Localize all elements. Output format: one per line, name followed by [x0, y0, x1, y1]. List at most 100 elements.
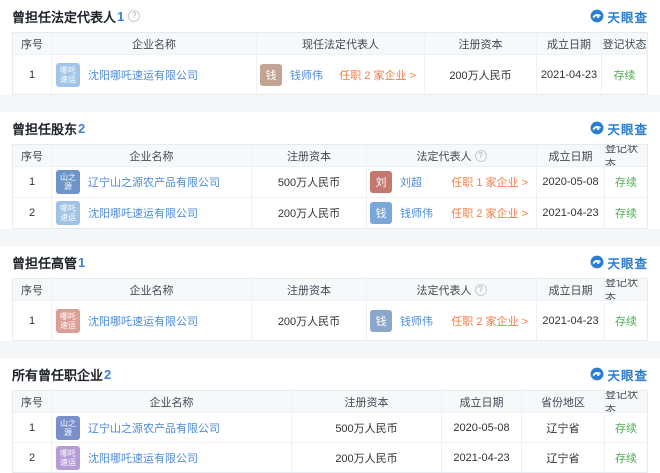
status-badge: 存续 — [601, 55, 647, 94]
company-cell: 山之源 辽宁山之源农产品有限公司 — [51, 167, 251, 197]
person-avatar: 钱 — [370, 202, 392, 224]
section-header: 曾担任股东2 天眼查 — [12, 117, 648, 139]
serial-cell: 1 — [13, 413, 51, 442]
section-header: 曾担任法定代表人1 ? 天眼查 — [12, 5, 648, 27]
province-cell: 辽宁省 — [521, 443, 604, 472]
tianyancha-logo-text: 天眼查 — [607, 365, 648, 384]
section-count: 1 — [78, 255, 85, 270]
person-avatar: 刘 — [370, 171, 392, 193]
shareholder-table: 序号 企业名称 注册资本 法定代表人 ? 成立日期 登记状态 1 山之源 辽宁山… — [12, 144, 648, 229]
section-former-shareholder: 曾担任股东2 天眼查 序号 企业名称 注册资本 法定代表人 ? 成立日期 登记状… — [0, 112, 660, 229]
tianyancha-watermark: 天眼查 — [590, 119, 648, 138]
table-row: 2 哪吒速运 沈阳哪吒速运有限公司 200万人民币 2021-04-23 辽宁省… — [13, 442, 647, 472]
status-badge: 存续 — [604, 301, 647, 340]
col-header-legal-rep-label: 法定代表人 — [417, 148, 472, 164]
help-icon[interactable]: ? — [128, 10, 140, 22]
company-cell: 哪吒速运 沈阳哪吒速运有限公司 — [51, 443, 291, 472]
section-title-text: 曾担任股东 — [12, 119, 77, 138]
section-count: 2 — [78, 121, 85, 136]
col-header-capital: 注册资本 — [251, 145, 366, 166]
tianyancha-logo-text: 天眼查 — [607, 119, 648, 138]
company-link[interactable]: 沈阳哪吒速运有限公司 — [88, 67, 198, 83]
col-header-serial: 序号 — [13, 279, 51, 300]
person-link[interactable]: 钱师伟 — [400, 205, 433, 221]
col-header-status: 登记状态 — [601, 33, 647, 54]
person-avatar: 钱 — [260, 64, 282, 86]
serial-cell: 2 — [13, 443, 51, 472]
serial-cell: 1 — [13, 301, 51, 340]
table-header-row: 序号 企业名称 现任法定代表人 注册资本 成立日期 登记状态 — [13, 33, 647, 54]
company-cell: 山之源 辽宁山之源农产品有限公司 — [51, 413, 291, 442]
legal-rep-cell: 刘 刘超 任职 1 家企业 > — [366, 167, 536, 197]
col-header-legal-rep: 法定代表人 ? — [366, 279, 536, 300]
col-header-serial: 序号 — [13, 33, 51, 54]
positions-count-link[interactable]: 任职 2 家企业 > — [339, 67, 420, 83]
col-header-date: 成立日期 — [536, 33, 601, 54]
col-header-legal-rep: 法定代表人 ? — [366, 145, 536, 166]
col-header-capital: 注册资本 — [424, 33, 536, 54]
status-badge: 存续 — [604, 167, 647, 197]
section-former-legal-representative: 曾担任法定代表人1 ? 天眼查 序号 企业名称 现任法定代表人 注册资本 成立日… — [0, 0, 660, 95]
serial-cell: 1 — [13, 55, 51, 94]
tianyancha-watermark: 天眼查 — [590, 7, 648, 26]
capital-cell: 500万人民币 — [291, 413, 441, 442]
tianyancha-logo-text: 天眼查 — [607, 7, 648, 26]
person-link[interactable]: 刘超 — [400, 174, 422, 190]
legal-rep-cell: 钱 钱师伟 任职 2 家企业 > — [256, 55, 424, 94]
company-avatar: 哪吒速运 — [56, 201, 80, 225]
status-badge: 存续 — [604, 198, 647, 228]
date-cell: 2020-05-08 — [536, 167, 604, 197]
table-header-row: 序号 企业名称 注册资本 法定代表人 ? 成立日期 登记状态 — [13, 145, 647, 166]
positions-count-link[interactable]: 任职 2 家企业 > — [451, 313, 532, 329]
legal-rep-cell: 钱 钱师伟 任职 2 家企业 > — [366, 198, 536, 228]
col-header-province: 省份地区 — [521, 391, 604, 412]
col-header-serial: 序号 — [13, 391, 51, 412]
date-cell: 2021-04-23 — [536, 198, 604, 228]
col-header-capital: 注册资本 — [251, 279, 366, 300]
col-header-company: 企业名称 — [51, 279, 251, 300]
table-row: 2 哪吒速运 沈阳哪吒速运有限公司 200万人民币 钱 钱师伟 任职 2 家企业… — [13, 197, 647, 228]
col-header-serial: 序号 — [13, 145, 51, 166]
col-header-status: 登记状态 — [604, 279, 647, 300]
help-icon[interactable]: ? — [475, 150, 487, 162]
company-avatar: 山之源 — [56, 170, 80, 194]
table-row: 1 哪吒速运 沈阳哪吒速运有限公司 钱 钱师伟 任职 2 家企业 > 200万人… — [13, 54, 647, 94]
company-link[interactable]: 沈阳哪吒速运有限公司 — [88, 450, 198, 466]
capital-cell: 200万人民币 — [251, 301, 366, 340]
tianyancha-watermark: 天眼查 — [590, 365, 648, 384]
date-cell: 2021-04-23 — [536, 301, 604, 340]
section-count: 1 — [117, 9, 124, 24]
date-cell: 2020-05-08 — [441, 413, 521, 442]
positions-count-link[interactable]: 任职 2 家企业 > — [451, 205, 532, 221]
status-badge: 存续 — [604, 443, 647, 472]
col-header-current-legal-rep: 现任法定代表人 — [256, 33, 424, 54]
date-cell: 2021-04-23 — [441, 443, 521, 472]
person-link[interactable]: 钱师伟 — [400, 313, 433, 329]
col-header-date: 成立日期 — [536, 145, 604, 166]
company-link[interactable]: 辽宁山之源农产品有限公司 — [88, 174, 220, 190]
capital-cell: 200万人民币 — [291, 443, 441, 472]
help-icon[interactable]: ? — [475, 284, 487, 296]
col-header-date: 成立日期 — [441, 391, 521, 412]
table-row: 1 山之源 辽宁山之源农产品有限公司 500万人民币 刘 刘超 任职 1 家企业… — [13, 166, 647, 197]
all-companies-table: 序号 企业名称 注册资本 成立日期 省份地区 登记状态 1 山之源 辽宁山之源农… — [12, 390, 648, 473]
positions-count-link[interactable]: 任职 1 家企业 > — [451, 174, 532, 190]
section-title: 所有曾任职企业2 — [12, 365, 111, 384]
company-link[interactable]: 沈阳哪吒速运有限公司 — [88, 313, 198, 329]
col-header-company: 企业名称 — [51, 33, 256, 54]
section-header: 所有曾任职企业2 天眼查 — [12, 363, 648, 385]
tianyancha-eye-icon — [590, 9, 604, 23]
capital-cell: 200万人民币 — [251, 198, 366, 228]
table-header-row: 序号 企业名称 注册资本 法定代表人 ? 成立日期 登记状态 — [13, 279, 647, 300]
col-header-company: 企业名称 — [51, 145, 251, 166]
capital-cell: 200万人民币 — [424, 55, 536, 94]
section-title: 曾担任高管1 — [12, 253, 85, 272]
date-cell: 2021-04-23 — [536, 55, 601, 94]
section-title: 曾担任股东2 — [12, 119, 85, 138]
company-link[interactable]: 辽宁山之源农产品有限公司 — [88, 420, 220, 436]
section-all-former-companies: 所有曾任职企业2 天眼查 序号 企业名称 注册资本 成立日期 省份地区 登记状态… — [0, 358, 660, 473]
tianyancha-watermark: 天眼查 — [590, 253, 648, 272]
person-link[interactable]: 钱师伟 — [290, 67, 323, 83]
section-title-text: 曾担任法定代表人 — [12, 7, 116, 26]
company-link[interactable]: 沈阳哪吒速运有限公司 — [88, 205, 198, 221]
